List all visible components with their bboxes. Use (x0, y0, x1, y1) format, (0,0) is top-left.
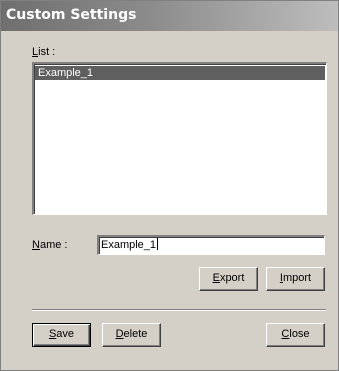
save-button[interactable]: Save (32, 323, 91, 347)
import-button[interactable]: Import (266, 267, 325, 291)
text-caret (157, 238, 159, 250)
name-label-mnemonic: N (32, 239, 40, 251)
title-bar[interactable]: Custom Settings (1, 1, 338, 31)
delete-button[interactable]: Delete (102, 323, 161, 347)
export-mnemonic: E (212, 272, 220, 284)
list-label-text: ist : (38, 46, 56, 58)
list-item-example-1[interactable]: Example_1 (35, 66, 325, 80)
window-title: Custom Settings (6, 7, 137, 23)
list-label: List : (32, 46, 55, 58)
export-button[interactable]: Export (199, 267, 258, 291)
close-button[interactable]: Close (266, 323, 325, 347)
custom-settings-dialog: Custom Settings List : Example_1 Name : … (0, 0, 339, 371)
name-input[interactable]: Example_1 (97, 235, 325, 255)
close-label: lose (289, 328, 310, 340)
name-label: Name : (32, 239, 67, 251)
delete-mnemonic: D (115, 328, 124, 340)
delete-label: elete (123, 328, 148, 340)
export-label: xport (219, 272, 245, 284)
separator (32, 309, 326, 311)
settings-listbox[interactable]: Example_1 (32, 62, 327, 215)
save-label: ave (56, 328, 75, 340)
import-label: mport (282, 272, 312, 284)
name-input-value: Example_1 (101, 239, 157, 251)
name-label-text: ame : (39, 239, 68, 251)
